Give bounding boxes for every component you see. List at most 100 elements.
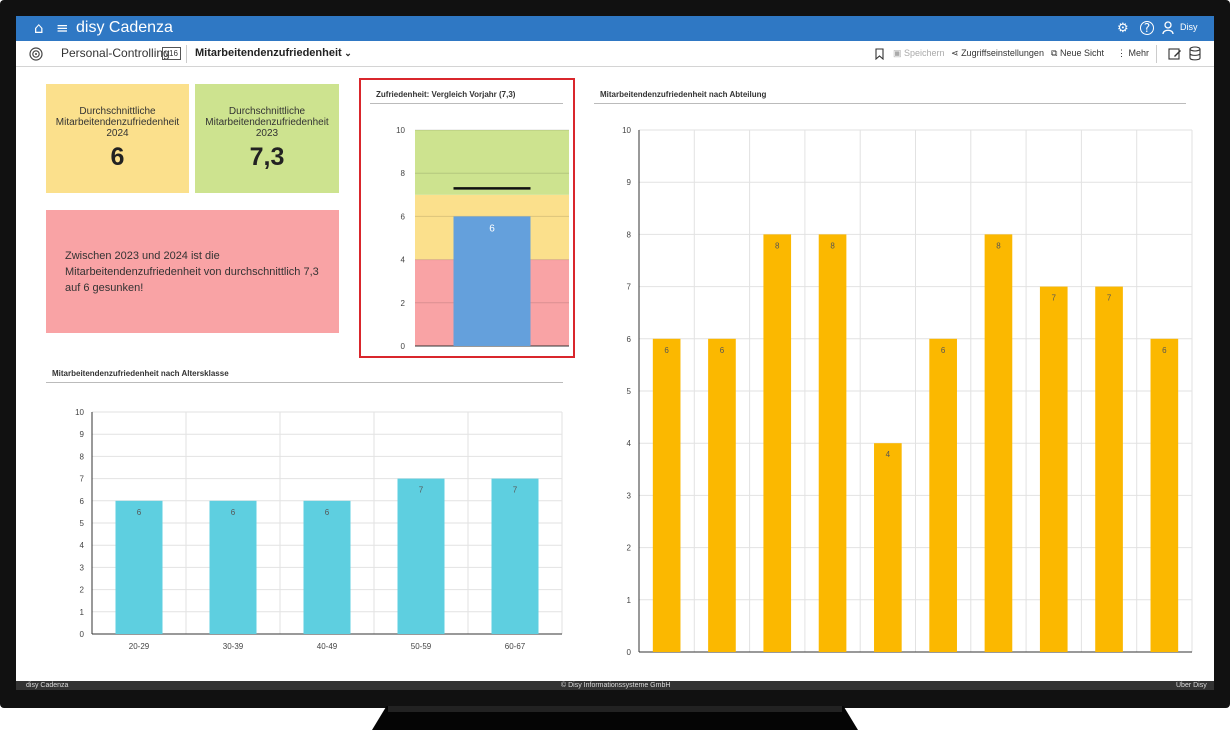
data-label: 7 <box>419 486 424 495</box>
y-tick-label: 2 <box>401 299 406 308</box>
note-tile: Zwischen 2023 und 2024 ist die Mitarbeit… <box>46 210 339 333</box>
data-label: 6 <box>231 508 236 517</box>
y-tick-label: 6 <box>401 212 406 221</box>
bar <box>453 216 531 346</box>
data-label: 6 <box>941 346 946 355</box>
bar <box>652 338 681 652</box>
new-view-label: Neue Sicht <box>1059 48 1104 58</box>
database-icon[interactable] <box>1189 46 1201 61</box>
more-icon: ⋮ <box>1117 48 1126 58</box>
help-icon[interactable]: ? <box>1140 21 1154 35</box>
y-tick-label: 9 <box>627 178 632 187</box>
x-tick-label: 20-29 <box>129 642 150 651</box>
monitor-stand-top <box>388 706 842 712</box>
user-name[interactable]: Disy <box>1180 22 1198 32</box>
more-button[interactable]: ⋮ Mehr <box>1117 48 1149 59</box>
data-label: 6 <box>489 223 495 234</box>
y-tick-label: 3 <box>80 563 85 572</box>
workbook-name[interactable]: Personal-Controlling <box>61 46 170 60</box>
y-tick-label: 0 <box>401 342 406 351</box>
y-tick-label: 9 <box>80 430 85 439</box>
range-band <box>415 130 569 195</box>
y-tick-label: 1 <box>80 608 85 617</box>
bookmark-icon[interactable] <box>875 48 884 60</box>
kpi-value: 6 <box>110 143 125 171</box>
title-rule <box>46 382 563 383</box>
x-tick-label: 50-59 <box>411 642 432 651</box>
data-label: 7 <box>513 486 518 495</box>
y-tick-label: 8 <box>80 452 85 461</box>
y-tick-label: 0 <box>80 630 85 639</box>
version-badge: v16 <box>162 47 181 60</box>
y-tick-label: 10 <box>622 126 631 135</box>
y-tick-label: 7 <box>627 283 632 292</box>
gear-icon[interactable]: ⚙ <box>1117 20 1129 37</box>
comparison-chart[interactable]: 02468106Zufriedenheit <box>361 106 571 352</box>
bar <box>1150 338 1179 652</box>
menu-icon[interactable]: ≡ <box>56 20 69 37</box>
data-label: 4 <box>886 450 891 459</box>
data-label: 8 <box>830 241 835 250</box>
kpi-tile-2023: Durchschnittliche Mitarbeitendenzufriede… <box>195 84 339 193</box>
chart-title-department: Mitarbeitendenzufriedenheit nach Abteilu… <box>600 90 767 99</box>
y-tick-label: 3 <box>627 491 632 500</box>
department-chart[interactable]: 0123456789106Abt. 16Abt. 28Abt. 38Abt. 4… <box>594 106 1194 658</box>
x-tick-label: 60-67 <box>505 642 526 651</box>
more-label: Mehr <box>1128 48 1150 58</box>
bar <box>984 234 1013 652</box>
data-label: 6 <box>720 346 725 355</box>
bar <box>303 500 351 634</box>
top-bar: ⌂ ≡ disy Cadenza ⚙ ? Disy <box>16 16 1214 41</box>
x-tick-label: 40-49 <box>317 642 338 651</box>
home-icon[interactable]: ⌂ <box>34 20 44 37</box>
y-tick-label: 0 <box>627 648 632 657</box>
about-link[interactable]: Über Disy <box>1176 681 1207 690</box>
data-label: 6 <box>325 508 330 517</box>
x-tick-label: 30-39 <box>223 642 244 651</box>
title-rule <box>370 103 563 104</box>
y-tick-label: 5 <box>627 387 632 396</box>
toolbar-divider <box>1156 45 1157 63</box>
view-title-dropdown[interactable]: Mitarbeitendenzufriedenheit ⌄ <box>195 47 352 59</box>
status-bar: disy Cadenza © Disy Informationssysteme … <box>16 681 1214 690</box>
y-tick-label: 8 <box>401 169 406 178</box>
y-tick-label: 1 <box>627 596 632 605</box>
toolbar: Personal-Controlling v16 Mitarbeitendenz… <box>16 41 1214 67</box>
bar <box>818 234 847 652</box>
kpi-tile-2024: Durchschnittliche Mitarbeitendenzufriede… <box>46 84 189 193</box>
save-icon: ▣ <box>893 48 902 58</box>
status-left: disy Cadenza <box>26 682 69 689</box>
user-icon[interactable] <box>1162 21 1174 35</box>
kpi-label: Durchschnittliche Mitarbeitendenzufriede… <box>205 106 329 139</box>
y-tick-label: 2 <box>627 544 632 553</box>
y-tick-label: 7 <box>80 475 85 484</box>
new-view-icon: ⧉ <box>1051 48 1058 58</box>
save-label: Speichern <box>904 48 945 58</box>
bar <box>491 478 539 634</box>
y-tick-label: 5 <box>80 519 85 528</box>
bar <box>708 338 736 652</box>
data-label: 6 <box>664 346 669 355</box>
app-screen: ⌂ ≡ disy Cadenza ⚙ ? Disy Personal-Contr… <box>16 16 1214 690</box>
kpi-value: 7,3 <box>249 143 285 171</box>
save-button[interactable]: ▣ Speichern <box>893 48 945 59</box>
data-label: 7 <box>1107 294 1112 303</box>
status-copyright: © Disy Informationssysteme GmbH <box>561 682 671 689</box>
bar <box>874 443 902 652</box>
bar <box>115 500 163 634</box>
y-tick-label: 10 <box>75 408 84 417</box>
share-icon: ⋖ <box>951 48 959 58</box>
age-chart[interactable]: 0 1 2 3 4 5 6 7 8 9 10 6 20-29 6 30-39 6 40-49 7 50-59 7 60-… <box>44 386 566 658</box>
y-tick-label: 6 <box>627 335 632 344</box>
navigator-icon[interactable] <box>29 47 43 61</box>
y-tick-label: 2 <box>80 586 85 595</box>
data-label: 6 <box>1162 346 1167 355</box>
edit-icon[interactable] <box>1168 47 1182 61</box>
new-view-button[interactable]: ⧉ Neue Sicht <box>1051 48 1104 59</box>
bar <box>397 478 445 634</box>
app-title: disy Cadenza <box>76 19 173 36</box>
access-settings-button[interactable]: ⋖ Zugriffseinstellungen <box>951 48 1044 59</box>
data-label: 6 <box>137 508 142 517</box>
y-tick-label: 8 <box>627 230 632 239</box>
bar <box>209 500 257 634</box>
